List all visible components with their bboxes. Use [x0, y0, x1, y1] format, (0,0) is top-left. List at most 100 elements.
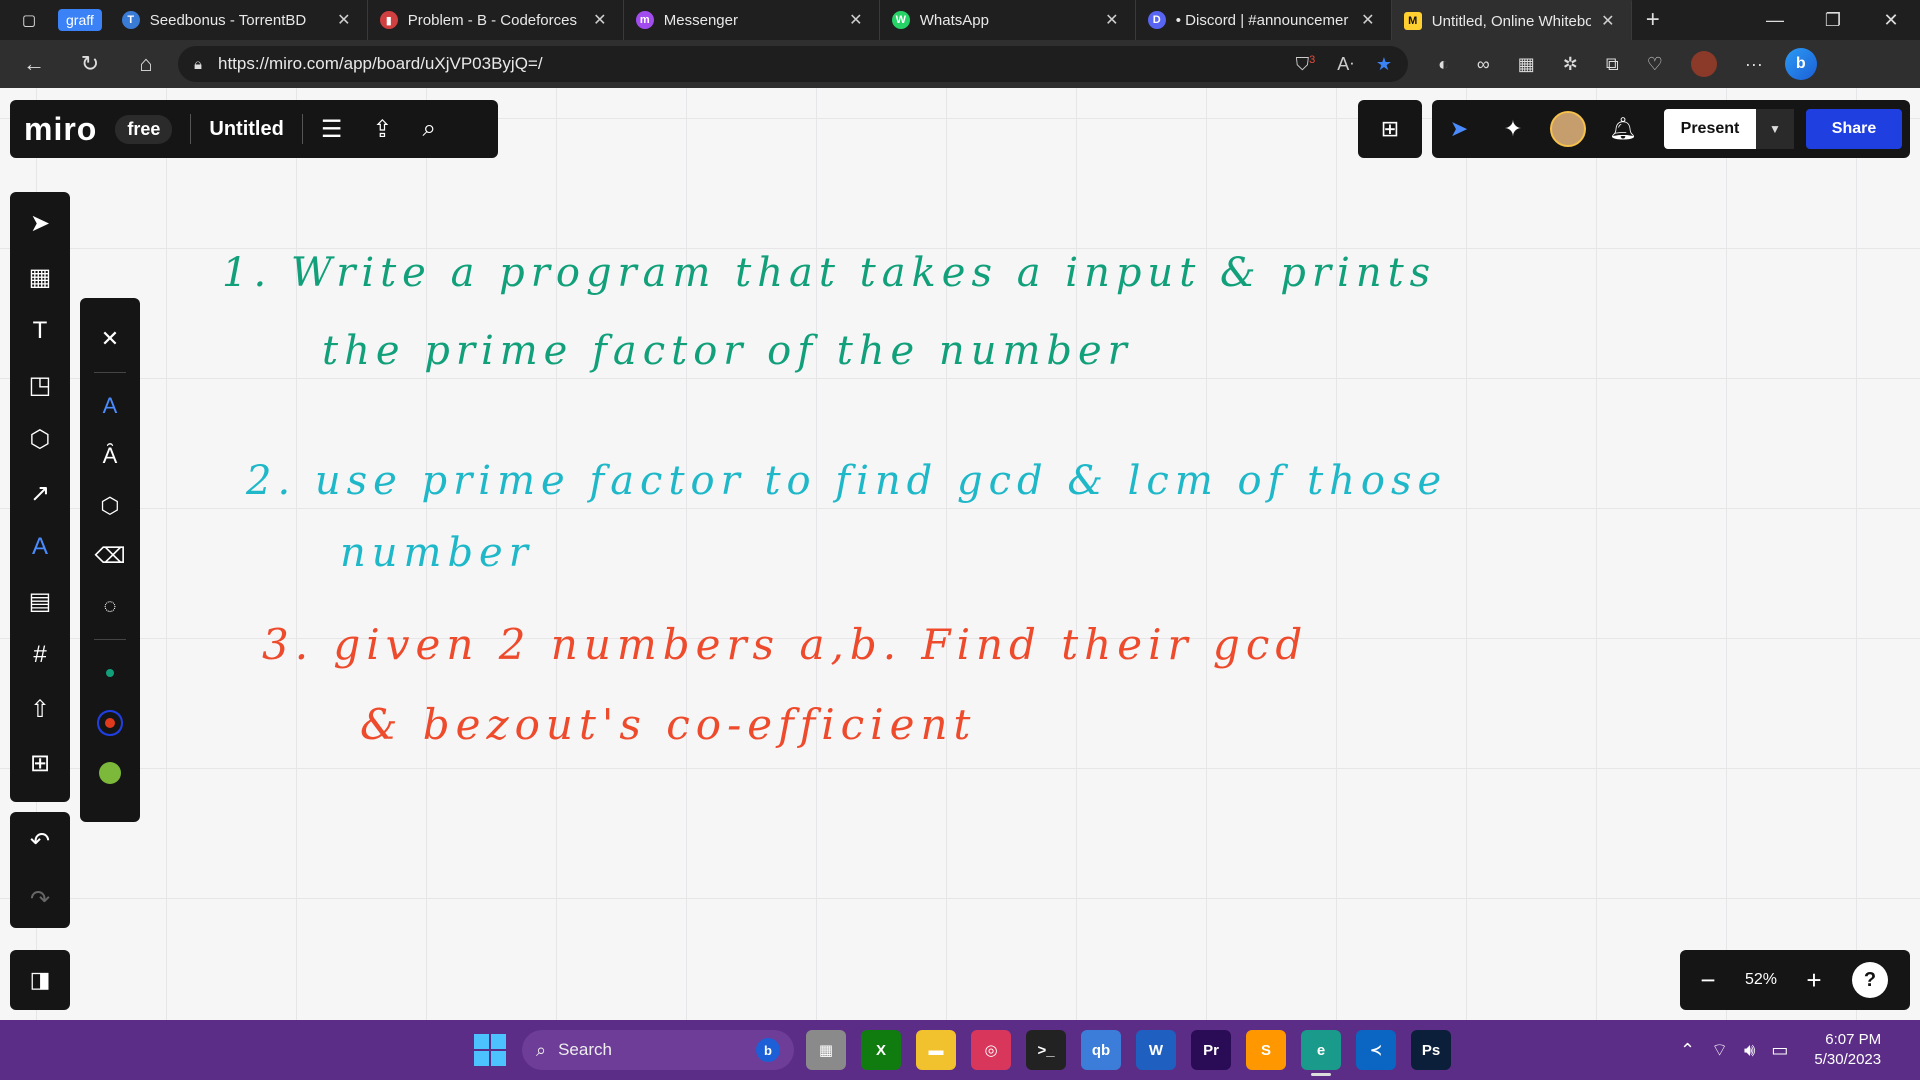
note-line-3b[interactable]: & bezout's co-efficient: [360, 700, 976, 749]
plan-badge[interactable]: free: [115, 114, 173, 144]
miro-logo[interactable]: miro: [24, 111, 97, 148]
clock[interactable]: 6:07 PM 5/30/2023: [1814, 1030, 1881, 1070]
select-cursor-icon[interactable]: ➤: [10, 196, 70, 250]
extension-icon-1[interactable]: ◐: [1438, 54, 1449, 75]
close-icon[interactable]: ✕: [1101, 10, 1123, 30]
browser-essentials-icon[interactable]: ♡: [1647, 54, 1663, 75]
tab-miro[interactable]: M Untitled, Online Whiteboa ✕: [1391, 0, 1632, 40]
board-title[interactable]: Untitled: [209, 118, 283, 141]
refresh-icon[interactable]: ↻: [62, 51, 118, 77]
premiere-app-icon[interactable]: Pr: [1191, 1030, 1231, 1070]
edge-app-icon[interactable]: e: [1301, 1030, 1341, 1076]
tab-codeforces[interactable]: ▮ Problem - B - Codeforces ✕: [368, 0, 624, 40]
tab-actions-icon[interactable]: ▢: [0, 0, 58, 40]
close-icon[interactable]: ✕: [589, 10, 611, 30]
note-line-2b[interactable]: number: [340, 530, 534, 576]
celebrate-icon[interactable]: ✦: [1486, 116, 1540, 142]
back-arrow-icon[interactable]: ←: [6, 51, 62, 77]
favorite-star-icon[interactable]: ★: [1376, 54, 1392, 75]
lasso-icon[interactable]: ◌: [80, 581, 140, 631]
zoom-level[interactable]: 52%: [1736, 971, 1786, 989]
pen-icon[interactable]: A: [80, 381, 140, 431]
restore-icon[interactable]: ❐: [1804, 10, 1862, 31]
export-upload-icon[interactable]: ⇪: [372, 115, 392, 144]
terminal-app-icon[interactable]: >_: [1026, 1030, 1066, 1070]
close-icon[interactable]: ✕: [845, 10, 867, 30]
tab-group-label[interactable]: graff: [58, 9, 102, 31]
more-menu-icon[interactable]: ···: [1745, 54, 1763, 75]
files-app-icon[interactable]: ▦: [806, 1030, 846, 1070]
note-line-1a[interactable]: 1. Write a program that takes a input & …: [222, 250, 1436, 296]
zoom-in-icon[interactable]: +: [1786, 965, 1842, 996]
collaboration-tools-icon[interactable]: ⊞: [1358, 100, 1422, 158]
tracking-badge-icon[interactable]: ⛉3: [1296, 54, 1316, 75]
tab-messenger[interactable]: m Messenger ✕: [624, 0, 880, 40]
pen-tool-icon[interactable]: A: [10, 520, 70, 574]
more-apps-plus-icon[interactable]: ⊞: [10, 736, 70, 790]
extension-icon-2[interactable]: ∞: [1477, 54, 1490, 75]
qbittorrent-app-icon[interactable]: qb: [1081, 1030, 1121, 1070]
reactions-cursor-icon[interactable]: ➤: [1432, 116, 1486, 142]
windows-start-icon[interactable]: [474, 1034, 506, 1066]
tab-whatsapp[interactable]: W WhatsApp ✕: [880, 0, 1136, 40]
highlighter-icon[interactable]: Ȃ: [80, 431, 140, 481]
comment-icon[interactable]: ▤: [10, 574, 70, 628]
smart-drawing-icon[interactable]: ⬡: [80, 481, 140, 531]
sticky-note-icon[interactable]: ◳: [10, 358, 70, 412]
upload-icon[interactable]: ⇧: [10, 682, 70, 736]
templates-icon[interactable]: ▦: [10, 250, 70, 304]
redo-icon[interactable]: ↷: [10, 870, 70, 928]
sublime-app-icon[interactable]: S: [1246, 1030, 1286, 1070]
wifi-icon[interactable]: ⌔: [1711, 1039, 1728, 1062]
menu-hamburger-icon[interactable]: ☰: [321, 115, 343, 144]
app-w-icon[interactable]: W: [1136, 1030, 1176, 1070]
vscode-app-icon[interactable]: ≺: [1356, 1030, 1396, 1070]
extension-icon-3[interactable]: ▦: [1518, 54, 1535, 75]
note-line-1b[interactable]: the prime factor of the number: [322, 328, 1133, 374]
color-swatch-green[interactable]: [80, 748, 140, 798]
file-explorer-icon[interactable]: ▬: [916, 1030, 956, 1070]
bing-copilot-icon[interactable]: b: [1784, 48, 1817, 80]
share-button[interactable]: Share: [1806, 109, 1902, 149]
close-icon[interactable]: ✕: [1597, 11, 1619, 31]
connection-line-icon[interactable]: ↗: [10, 466, 70, 520]
extensions-puzzle-icon[interactable]: ✲: [1563, 54, 1578, 75]
undo-icon[interactable]: ↶: [10, 812, 70, 870]
window-close-icon[interactable]: ✕: [1862, 10, 1920, 31]
help-icon[interactable]: ?: [1852, 962, 1888, 998]
app-red-icon[interactable]: ◎: [971, 1030, 1011, 1070]
frame-icon[interactable]: #: [10, 628, 70, 682]
search-icon[interactable]: ⌕: [422, 115, 435, 143]
photoshop-app-icon[interactable]: Ps: [1411, 1030, 1451, 1070]
tab-seedbonus[interactable]: T Seedbonus - TorrentBD ✕: [110, 0, 368, 40]
zoom-out-icon[interactable]: −: [1680, 965, 1736, 996]
battery-icon[interactable]: ▭: [1771, 1040, 1788, 1061]
shapes-icon[interactable]: ⬡: [10, 412, 70, 466]
bing-icon[interactable]: b: [756, 1038, 780, 1062]
eraser-icon[interactable]: ⌫: [80, 531, 140, 581]
user-avatar[interactable]: [1550, 111, 1586, 147]
taskbar-search[interactable]: ⌕ Search b: [522, 1030, 794, 1070]
new-tab-button[interactable]: +: [1632, 6, 1674, 34]
show-hidden-icons-chevron-icon[interactable]: ⌃: [1680, 1040, 1695, 1061]
note-line-2a[interactable]: 2. use prime factor to find gcd & lcm of…: [246, 458, 1447, 504]
xbox-app-icon[interactable]: X: [861, 1030, 901, 1070]
present-button[interactable]: Present: [1664, 109, 1756, 149]
color-swatch-red-selected[interactable]: [80, 698, 140, 748]
url-field[interactable]: 🔒︎ https://miro.com/app/board/uXjVP03Byj…: [178, 46, 1408, 82]
side-panel-toggle-icon[interactable]: ◨: [10, 950, 70, 1010]
tab-discord[interactable]: D • Discord | #announcemer ✕: [1136, 0, 1392, 40]
whiteboard-canvas[interactable]: [0, 88, 1920, 1020]
close-pen-panel-icon[interactable]: ✕: [80, 314, 140, 364]
close-icon[interactable]: ✕: [1357, 10, 1379, 30]
present-dropdown-chevron-icon[interactable]: ▼: [1756, 109, 1794, 149]
close-icon[interactable]: ✕: [333, 10, 355, 30]
text-tool-icon[interactable]: T: [10, 304, 70, 358]
minimize-icon[interactable]: —: [1746, 10, 1804, 31]
read-aloud-icon[interactable]: Aᐧ: [1337, 54, 1354, 75]
home-icon[interactable]: ⌂: [118, 51, 174, 77]
profile-avatar[interactable]: [1690, 51, 1717, 77]
color-swatch-teal[interactable]: [80, 648, 140, 698]
collections-icon[interactable]: ⧉: [1606, 54, 1619, 75]
volume-icon[interactable]: 🔊︎: [1744, 1040, 1755, 1061]
